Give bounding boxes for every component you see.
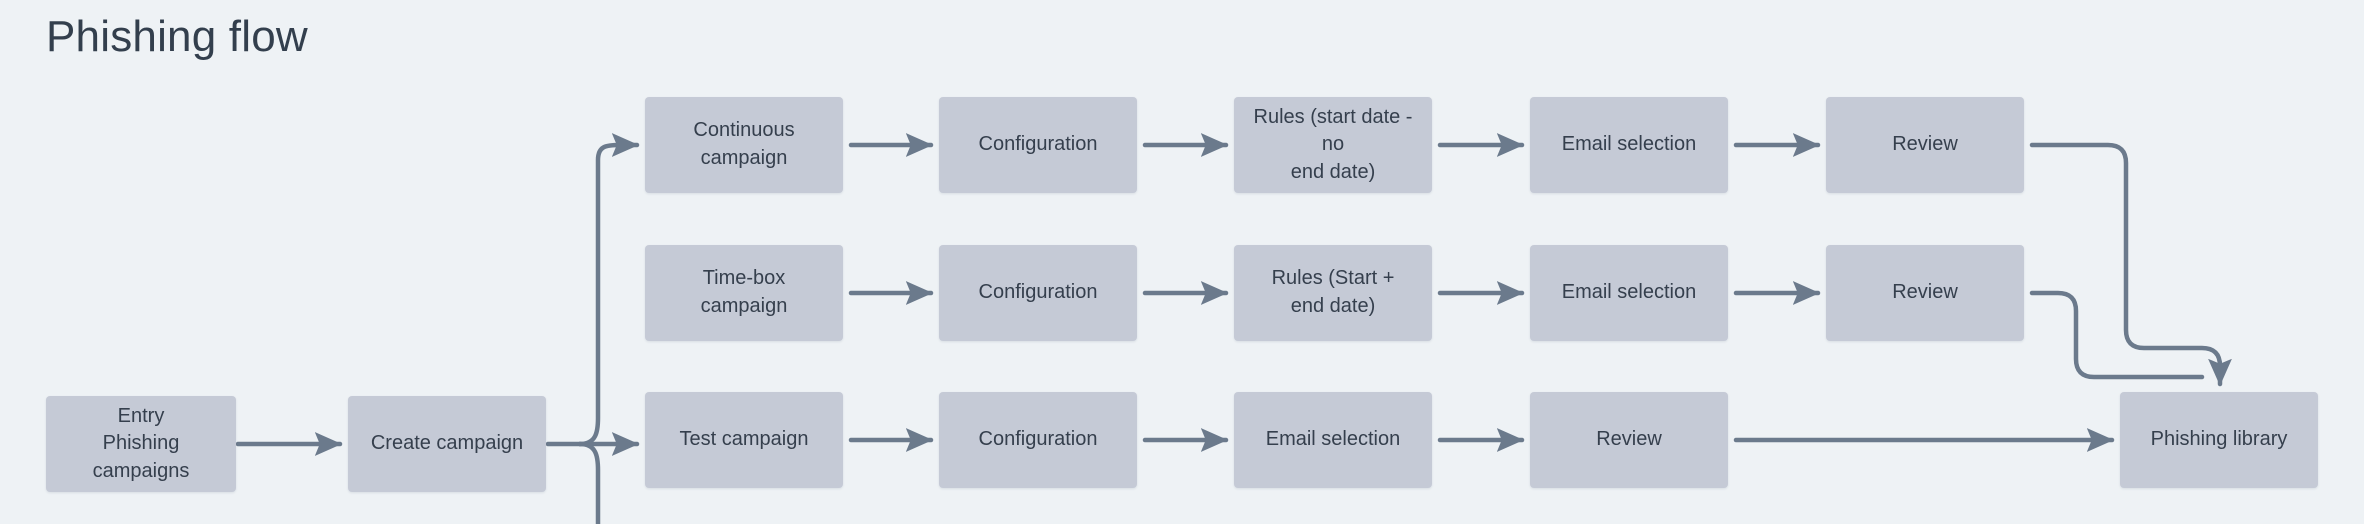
node-email-selection-row1[interactable]: Email selection — [1530, 97, 1728, 193]
node-configuration-row2-label: Configuration — [978, 281, 1098, 304]
node-configuration-row2[interactable]: Configuration — [939, 245, 1137, 341]
node-time-box-campaign[interactable]: Time-box campaign — [645, 245, 843, 341]
node-email-selection-row3[interactable]: Email selection — [1234, 392, 1432, 488]
node-configuration-row3-label: Configuration — [978, 428, 1098, 451]
node-configuration-row3[interactable]: Configuration — [939, 392, 1137, 488]
node-phishing-library[interactable]: Phishing library — [2120, 392, 2318, 488]
node-create-campaign-label: Create campaign — [370, 432, 524, 455]
node-continuous-campaign[interactable]: Continuous campaign — [645, 97, 843, 193]
node-review-row1-label: Review — [1892, 133, 1958, 156]
node-test-campaign-label: Test campaign — [679, 428, 809, 451]
node-rules-no-end-date[interactable]: Rules (start date - no end date) — [1234, 97, 1432, 193]
node-configuration-row1[interactable]: Configuration — [939, 97, 1137, 193]
node-entry-label: Entry Phishing campaigns — [92, 404, 190, 482]
node-rules-start-end-date[interactable]: Rules (Start + end date) — [1234, 245, 1432, 341]
node-review-row3-label: Review — [1596, 428, 1662, 451]
node-create-campaign[interactable]: Create campaign — [348, 396, 546, 492]
node-phishing-library-label: Phishing library — [2150, 428, 2288, 451]
flowchart-canvas: Phishing flow Entry Phishing campaigns C… — [0, 0, 2364, 524]
node-review-row3[interactable]: Review — [1530, 392, 1728, 488]
node-email-selection-row2-label: Email selection — [1561, 281, 1697, 304]
node-email-selection-row1-label: Email selection — [1561, 133, 1697, 156]
node-email-selection-row2[interactable]: Email selection — [1530, 245, 1728, 341]
node-review-row2-label: Review — [1892, 281, 1958, 304]
node-configuration-row1-label: Configuration — [978, 133, 1098, 156]
node-rules-start-end-date-label: Rules (Start + end date) — [1271, 267, 1395, 317]
node-rules-no-end-date-label: Rules (start date - no end date) — [1253, 105, 1413, 183]
node-test-campaign[interactable]: Test campaign — [645, 392, 843, 488]
node-layer: Entry Phishing campaigns Create campaign… — [0, 0, 2364, 524]
node-continuous-campaign-label: Continuous campaign — [693, 119, 795, 169]
node-entry[interactable]: Entry Phishing campaigns — [46, 396, 236, 492]
node-review-row1[interactable]: Review — [1826, 97, 2024, 193]
node-email-selection-row3-label: Email selection — [1265, 428, 1401, 451]
node-time-box-campaign-label: Time-box campaign — [700, 267, 788, 317]
node-review-row2[interactable]: Review — [1826, 245, 2024, 341]
